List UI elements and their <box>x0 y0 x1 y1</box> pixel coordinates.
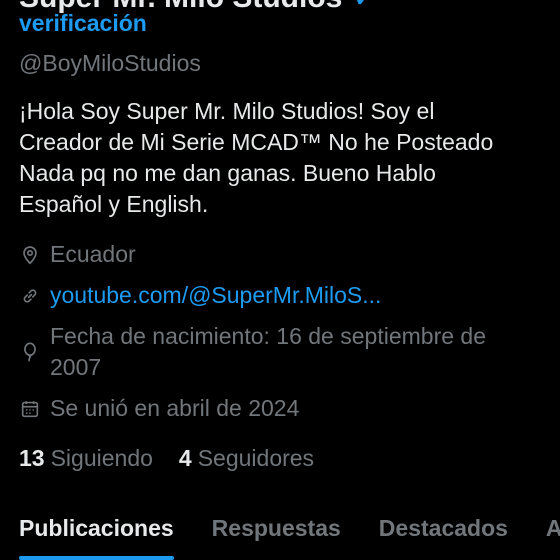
tab-publicaciones[interactable]: Publicaciones <box>19 515 174 560</box>
verified-badge-icon: ✓ <box>352 0 377 15</box>
verification-link[interactable]: verificación <box>19 10 147 37</box>
tab-respuestas[interactable]: Respuestas <box>212 515 341 560</box>
profile-birthday: Fecha de nacimiento: 16 de septiembre de… <box>19 321 520 383</box>
profile-handle: @BoyMiloStudios <box>19 50 201 76</box>
profile-location: Ecuador <box>19 239 136 270</box>
bio-line: ¡Hola Soy Super Mr. Milo Studios! Soy el <box>19 98 435 124</box>
tab-label: Publicaciones <box>19 515 174 541</box>
followers-label: Seguidores <box>197 445 315 471</box>
tab-label: Destacados <box>378 515 508 541</box>
joined-text: Se unió en abril de 2024 <box>50 395 300 421</box>
following-label: Siguiendo <box>50 445 153 471</box>
active-tab-indicator <box>19 556 174 560</box>
followers-link[interactable]: 4 Seguidores <box>179 443 314 474</box>
balloon-icon <box>19 341 41 363</box>
profile-bio: ¡Hola Soy Super Mr. Milo Studios! Soy el… <box>19 96 539 220</box>
followers-count: 4 <box>178 445 192 471</box>
tab-label: Respuestas <box>211 515 341 541</box>
map-pin-icon <box>19 244 41 266</box>
profile-website: youtube.com/@SuperMr.MiloS... <box>19 280 381 311</box>
profile-tabs: Publicaciones Respuestas Destacados A <box>19 515 560 560</box>
birthday-text: Fecha de nacimiento: 16 de septiembre de… <box>50 323 486 380</box>
bio-line: Español y English. <box>19 191 209 217</box>
bio-line: Nada pq no me dan ganas. Bueno Hablo <box>19 160 436 186</box>
following-count: 13 <box>19 445 45 471</box>
tab-destacados[interactable]: Destacados <box>379 515 508 560</box>
website-link[interactable]: youtube.com/@SuperMr.MiloS... <box>50 280 381 311</box>
tab-overflow[interactable]: A <box>546 515 560 560</box>
follow-stats: 13 Siguiendo 4 Seguidores <box>19 443 340 474</box>
calendar-icon <box>19 398 41 420</box>
profile-joined-date: Se unió en abril de 2024 <box>19 393 299 424</box>
link-icon <box>19 285 41 307</box>
location-text: Ecuador <box>50 241 136 267</box>
bio-line: Creador de Mi Serie MCAD™ No he Posteado <box>19 129 494 155</box>
following-link[interactable]: 13 Siguiendo <box>19 443 153 474</box>
tab-label: A <box>545 515 560 541</box>
